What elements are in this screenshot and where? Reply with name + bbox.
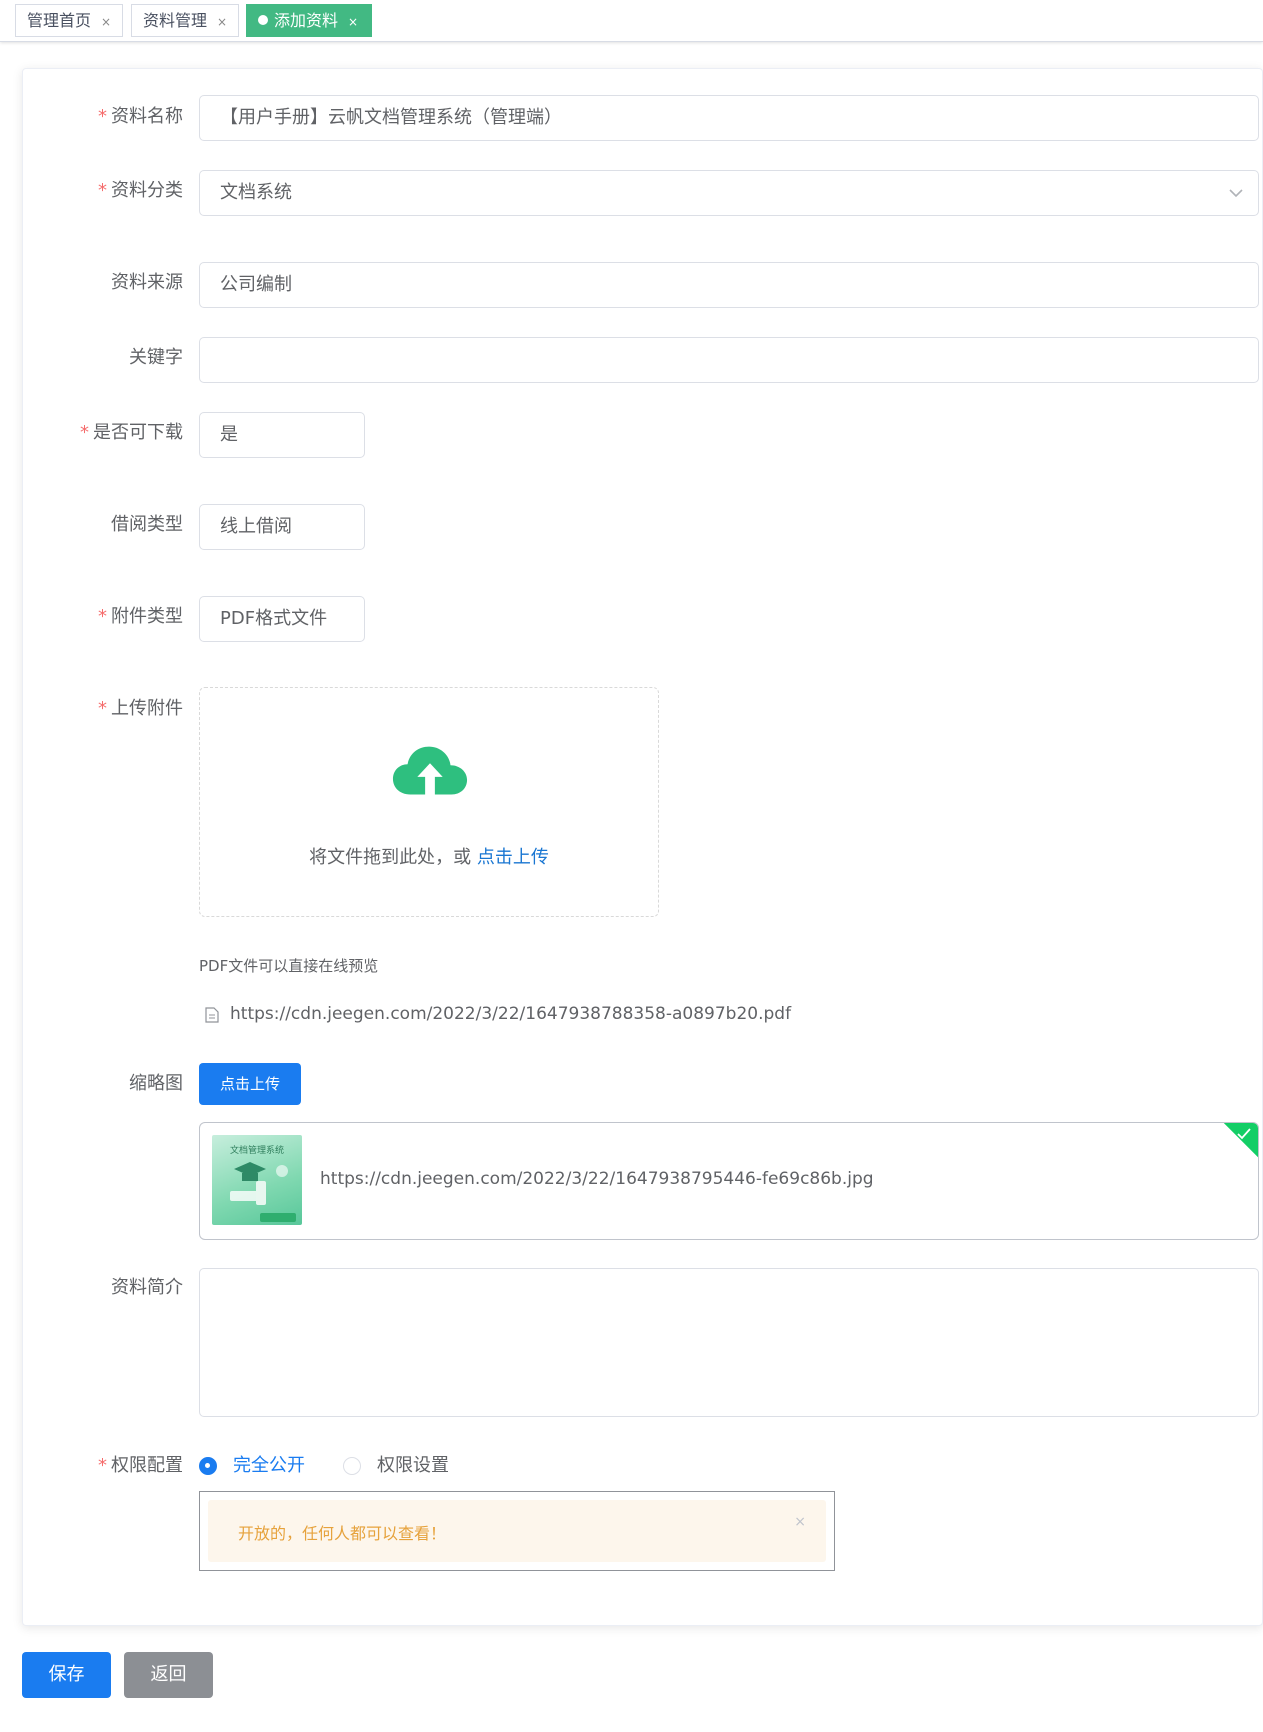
required-mark: * — [98, 1455, 107, 1476]
required-mark: * — [98, 180, 107, 201]
uploaded-pdf-link[interactable]: https://cdn.jeegen.com/2022/3/22/1647938… — [230, 1004, 791, 1024]
intro-textarea[interactable] — [199, 1268, 1259, 1417]
tab-admin-home[interactable]: 管理首页 × — [15, 4, 123, 37]
thumbnail-upload-button[interactable]: 点击上传 — [199, 1063, 301, 1105]
attach-type-select-value: PDF格式文件 — [220, 608, 328, 629]
active-dot-icon — [258, 15, 268, 25]
radio-public[interactable] — [199, 1457, 217, 1475]
thumbnail-image[interactable]: 文档管理系统 — [212, 1135, 302, 1225]
keyword-label-text: 关键字 — [129, 347, 183, 368]
required-mark: * — [98, 606, 107, 627]
required-mark: * — [98, 698, 107, 719]
keyword-input[interactable] — [199, 337, 1259, 383]
borrow-type-label: 借阅类型 — [23, 513, 183, 537]
name-input[interactable]: 【用户手册】云帆文档管理系统（管理端） — [199, 95, 1259, 141]
tags-view-bar: 管理首页 × 资料管理 × 添加资料 × — [0, 0, 1263, 42]
downloadable-select[interactable]: 是 — [199, 412, 365, 458]
name-label-text: 资料名称 — [111, 106, 183, 127]
back-button[interactable]: 返回 — [124, 1652, 213, 1698]
tab-label: 管理首页 — [27, 11, 92, 30]
permission-alert: 开放的，任何人都可以查看！ × — [208, 1500, 826, 1562]
document-icon — [205, 1007, 219, 1023]
attach-type-label-text: 附件类型 — [111, 606, 183, 627]
chevron-down-icon — [1229, 189, 1243, 198]
intro-label-text: 资料简介 — [111, 1277, 183, 1298]
thumbnail-file-link[interactable]: https://cdn.jeegen.com/2022/3/22/1647938… — [320, 1169, 874, 1189]
permission-label-text: 权限配置 — [111, 1455, 183, 1476]
close-icon[interactable]: × — [794, 1514, 806, 1530]
borrow-type-select-value: 线上借阅 — [220, 516, 292, 537]
tab-add-data[interactable]: 添加资料 × — [246, 4, 372, 37]
upload-dropzone[interactable]: 将文件拖到此处，或 点击上传 — [199, 687, 659, 917]
upload-tip: PDF文件可以直接在线预览 — [199, 957, 379, 975]
save-button[interactable]: 保存 — [22, 1652, 111, 1698]
check-icon — [1237, 1128, 1251, 1140]
downloadable-select-value: 是 — [220, 424, 238, 445]
upload-label: * 上传附件 — [23, 697, 183, 721]
tab-label: 添加资料 — [274, 11, 339, 30]
radio-custom-permission[interactable] — [343, 1457, 361, 1475]
category-label: * 资料分类 — [23, 179, 183, 203]
keyword-label: 关键字 — [23, 346, 183, 370]
upload-drag-text: 将文件拖到此处，或 — [309, 847, 472, 868]
required-mark: * — [80, 422, 89, 443]
form-card: * 资料名称 【用户手册】云帆文档管理系统（管理端） * 资料分类 文档系统 资料来… — [22, 68, 1263, 1626]
name-label: * 资料名称 — [23, 105, 183, 129]
tab-close-icon[interactable]: × — [348, 15, 358, 29]
upload-hint: 将文件拖到此处，或 点击上传 — [200, 843, 658, 869]
category-select[interactable]: 文档系统 — [199, 170, 1259, 216]
radio-custom-permission-label[interactable]: 权限设置 — [377, 1454, 449, 1478]
upload-label-text: 上传附件 — [111, 698, 183, 719]
category-select-value: 文档系统 — [220, 182, 292, 203]
permission-alert-frame: 开放的，任何人都可以查看！ × — [199, 1491, 835, 1571]
upload-click-link[interactable]: 点击上传 — [477, 847, 549, 868]
thumbnail-label-text: 缩略图 — [129, 1073, 183, 1094]
category-label-text: 资料分类 — [111, 180, 183, 201]
name-input-value: 【用户手册】云帆文档管理系统（管理端） — [220, 107, 562, 128]
borrow-type-select[interactable]: 线上借阅 — [199, 504, 365, 550]
cloud-upload-icon — [392, 746, 468, 795]
radio-public-label[interactable]: 完全公开 — [233, 1454, 305, 1478]
intro-label: 资料简介 — [23, 1276, 183, 1300]
source-label-text: 资料来源 — [111, 272, 183, 293]
tab-label: 资料管理 — [143, 11, 208, 30]
thumbnail-image-badge — [260, 1213, 296, 1222]
downloadable-label-text: 是否可下载 — [93, 422, 183, 443]
source-input-value: 公司编制 — [220, 274, 292, 295]
downloadable-label: * 是否可下载 — [23, 421, 183, 445]
borrow-type-label-text: 借阅类型 — [111, 514, 183, 535]
tab-data-management[interactable]: 资料管理 × — [131, 4, 239, 37]
thumbnail-label: 缩略图 — [23, 1072, 183, 1096]
attach-type-select[interactable]: PDF格式文件 — [199, 596, 365, 642]
permission-label: * 权限配置 — [23, 1454, 183, 1478]
source-label: 资料来源 — [23, 271, 183, 295]
attach-type-label: * 附件类型 — [23, 605, 183, 629]
tab-close-icon[interactable]: × — [101, 15, 111, 29]
permission-alert-text: 开放的，任何人都可以查看！ — [238, 1524, 447, 1543]
thumbnail-file-item: 文档管理系统 https://cdn.jeegen.com/2022/3/22/… — [199, 1122, 1259, 1240]
source-input[interactable]: 公司编制 — [199, 262, 1259, 308]
graduation-cap-icon — [230, 1162, 288, 1205]
required-mark: * — [98, 106, 107, 127]
tab-close-icon[interactable]: × — [217, 15, 227, 29]
